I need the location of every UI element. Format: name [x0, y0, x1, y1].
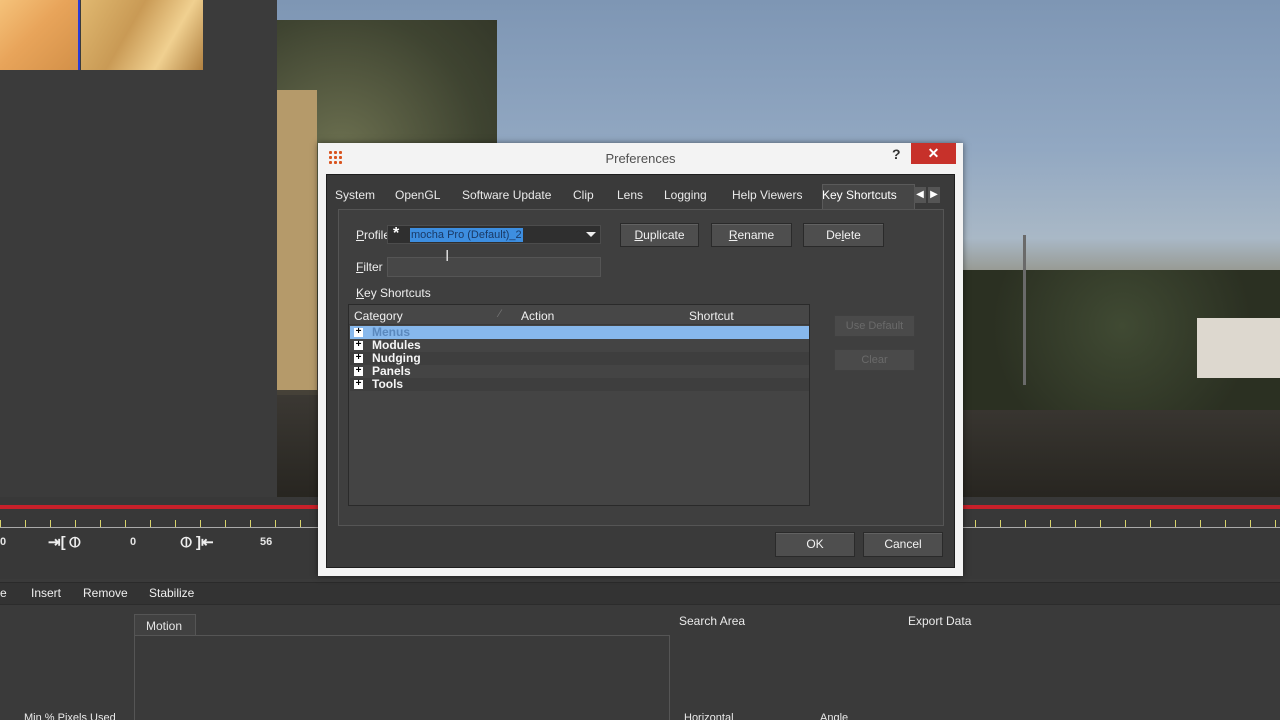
expand-icon[interactable]: +: [354, 366, 363, 376]
expand-icon[interactable]: +: [354, 327, 363, 337]
motion-group: [134, 635, 670, 720]
tab-motion[interactable]: Motion: [134, 614, 196, 636]
profile-mnemonic: P: [356, 228, 365, 242]
profile-value[interactable]: mocha Pro (Default)_2: [410, 228, 523, 242]
out-point-icon[interactable]: ⦶ ]⇤: [181, 533, 214, 551]
tree-header: Category ⁄ Action Shortcut: [349, 305, 809, 325]
column-category[interactable]: Category: [354, 309, 403, 323]
row-label: Tools: [372, 377, 404, 391]
tree-row-tools[interactable]: + Tools: [350, 378, 809, 391]
duplicate-label-rest: uplicate: [643, 228, 685, 242]
search-area-heading: Search Area: [679, 614, 746, 628]
horizontal-label: Horizontal: [684, 712, 734, 720]
shortcut-tree[interactable]: Category ⁄ Action Shortcut + Menus + Mod…: [348, 304, 810, 506]
truck-image-region: [1197, 318, 1280, 378]
dialog-titlebar[interactable]: Preferences ? ✕: [318, 143, 963, 173]
text-cursor-icon: I: [445, 248, 450, 265]
angle-label: Angle: [820, 712, 849, 720]
key-shortcuts-label: Key Shortcuts: [356, 286, 431, 300]
use-default-button[interactable]: Use Default: [834, 315, 915, 337]
frame-left-readout: 0: [0, 536, 7, 548]
profile-dropdown[interactable]: * mocha Pro (Default)_2: [387, 225, 601, 244]
column-shortcut[interactable]: Shortcut: [689, 309, 734, 323]
expand-icon[interactable]: +: [354, 379, 363, 389]
clip-thumbnail[interactable]: [0, 0, 80, 70]
building-image-region: [277, 90, 317, 390]
duplicate-button[interactable]: Duplicate: [620, 223, 699, 247]
frame-current-readout: 0: [130, 536, 137, 548]
tab-lens[interactable]: Lens: [617, 188, 643, 202]
filter-input[interactable]: [387, 257, 601, 277]
profile-label: Profile: [356, 228, 390, 242]
tab-scroll-right-icon[interactable]: ▶: [928, 187, 940, 203]
tab-help-viewers[interactable]: Help Viewers: [732, 188, 802, 202]
cancel-button[interactable]: Cancel: [863, 532, 943, 557]
modified-marker: *: [393, 225, 400, 242]
module-tab-remove[interactable]: Remove: [83, 586, 128, 600]
expand-icon[interactable]: +: [354, 353, 363, 363]
tree-row-nudging[interactable]: + Nudging: [350, 352, 809, 365]
rename-label-rest: ename: [737, 228, 775, 242]
duplicate-mnemonic: D: [634, 228, 644, 242]
sort-indicator-icon: ⁄: [499, 308, 501, 320]
clip-thumbnail[interactable]: [81, 0, 203, 70]
help-icon[interactable]: ?: [892, 146, 901, 162]
delete-label-end: ete: [844, 228, 861, 242]
min-pixels-label: Min % Pixels Used: [24, 712, 116, 720]
delete-button[interactable]: Delete: [803, 223, 884, 247]
delete-label-start: De: [826, 228, 842, 242]
filter-label-rest: ilter: [363, 260, 383, 274]
clip-bin-panel: [0, 0, 277, 500]
clear-button[interactable]: Clear: [834, 349, 915, 371]
tab-key-shortcuts[interactable]: Key Shortcuts: [822, 188, 897, 202]
module-tab-insert[interactable]: Insert: [31, 586, 61, 600]
dialog-title: Preferences: [605, 151, 676, 166]
in-point-icon[interactable]: ⇥[ ⦶: [48, 533, 81, 551]
tab-opengl[interactable]: OpenGL: [395, 188, 440, 202]
key-shortcuts-label-rest: ey Shortcuts: [364, 286, 431, 300]
column-action[interactable]: Action: [521, 309, 554, 323]
ok-button[interactable]: OK: [775, 532, 855, 557]
tab-system[interactable]: System: [335, 188, 375, 202]
frame-out-readout: 56: [260, 536, 273, 548]
tab-clip[interactable]: Clip: [573, 188, 594, 202]
module-tab-track[interactable]: e: [0, 586, 7, 600]
export-data-heading: Export Data: [908, 614, 972, 628]
close-button[interactable]: ✕: [911, 143, 956, 164]
tab-scroll-left-icon[interactable]: ◀: [914, 187, 926, 203]
tree-row-panels[interactable]: + Panels: [350, 365, 809, 378]
street-light-image-region: [1023, 235, 1026, 385]
tab-software-update[interactable]: Software Update: [462, 188, 551, 202]
module-tab-stabilize[interactable]: Stabilize: [149, 586, 194, 600]
expand-icon[interactable]: +: [354, 340, 363, 350]
chevron-down-icon[interactable]: [586, 232, 596, 237]
rename-button[interactable]: Rename: [711, 223, 792, 247]
preferences-dialog: Preferences ? ✕ System OpenGL Software U…: [318, 143, 963, 576]
key-shortcuts-mnemonic: K: [356, 286, 365, 300]
filter-label: Filter: [356, 260, 383, 274]
tab-logging[interactable]: Logging: [664, 188, 707, 202]
